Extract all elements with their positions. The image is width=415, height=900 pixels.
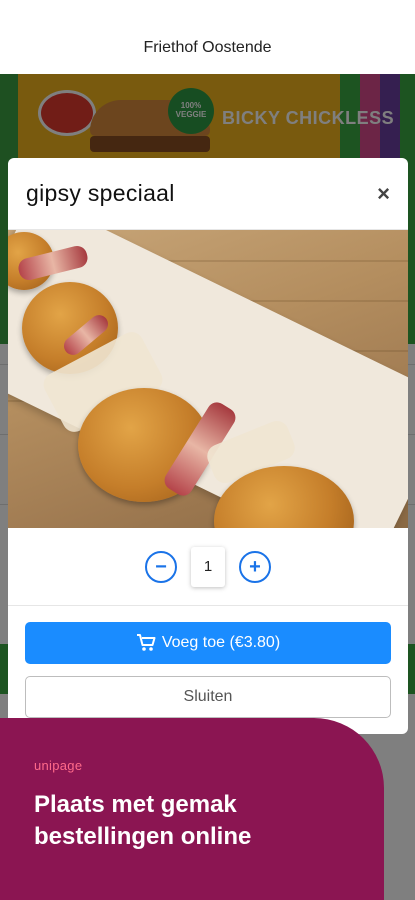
modal-header: gipsy speciaal × — [8, 158, 408, 230]
restaurant-title: Friethof Oostende — [143, 39, 272, 56]
quantity-stepper: − 1 + — [8, 528, 408, 606]
promo-headline: Plaats met gemak bestellingen online — [34, 791, 252, 850]
cart-icon — [136, 634, 156, 651]
product-modal: gipsy speciaal × − 1 + Voeg toe (€3.80) … — [8, 158, 408, 734]
promo-overlay[interactable]: unipage Plaats met gemak bestellingen on… — [0, 718, 384, 900]
app-header: Friethof Oostende — [0, 0, 415, 74]
quantity-value[interactable]: 1 — [191, 547, 225, 587]
plus-icon[interactable]: + — [239, 550, 271, 583]
add-to-cart-button[interactable]: Voeg toe (€3.80) — [25, 622, 391, 664]
close-button[interactable]: Sluiten — [25, 676, 391, 718]
product-title: gipsy speciaal — [26, 180, 175, 206]
unipage-logo: unipage — [34, 758, 83, 773]
minus-icon[interactable]: − — [145, 550, 177, 583]
close-icon[interactable]: × — [377, 182, 390, 205]
add-button-label: Voeg toe (€3.80) — [161, 634, 281, 651]
product-photo — [8, 230, 408, 528]
